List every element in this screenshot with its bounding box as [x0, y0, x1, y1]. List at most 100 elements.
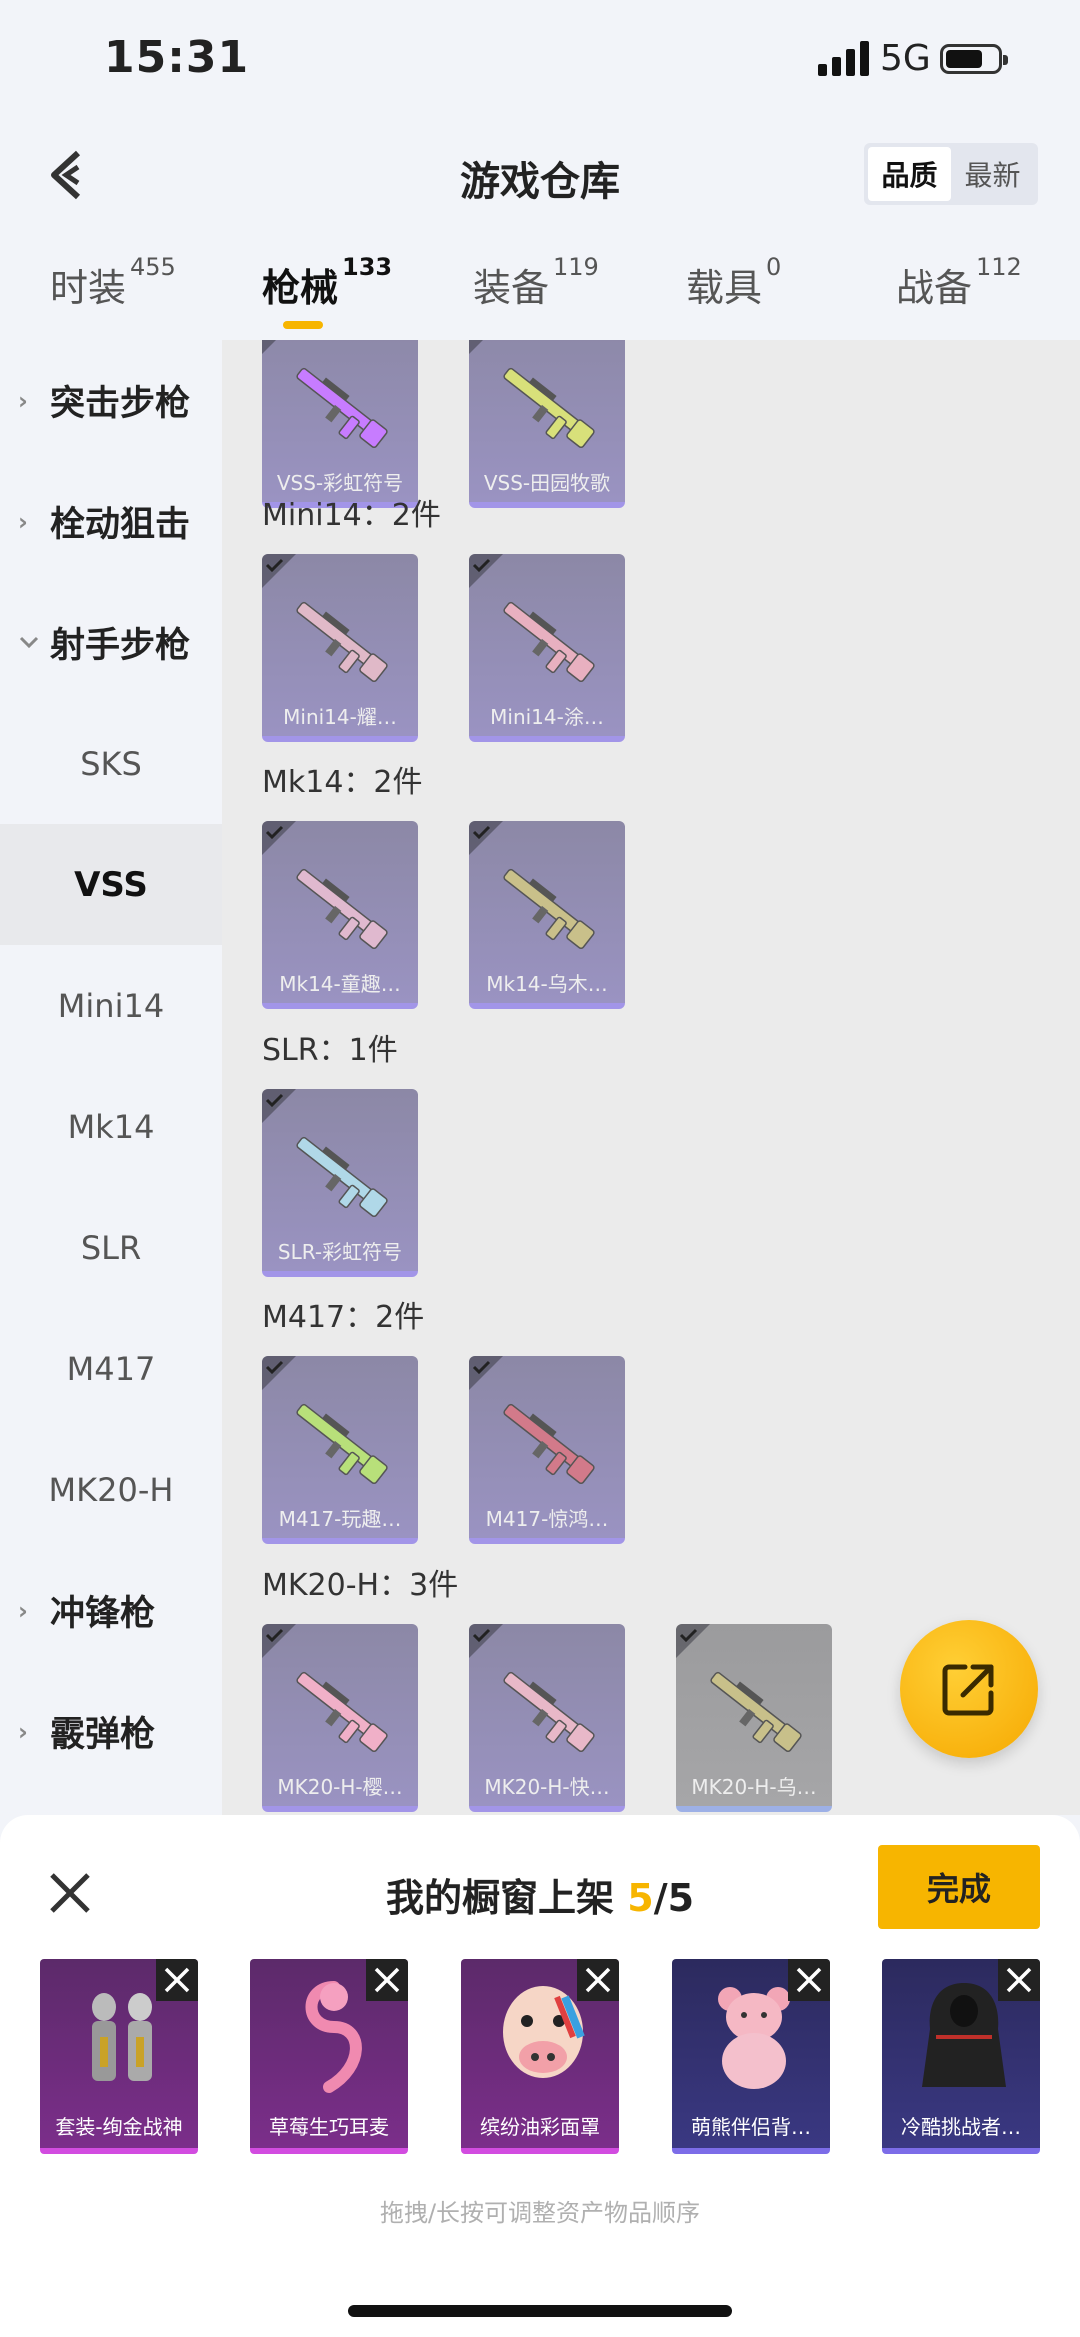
tab-label: 时装	[50, 266, 127, 310]
remove-item-button[interactable]	[998, 1959, 1040, 2001]
remove-item-button[interactable]	[156, 1959, 198, 2001]
share-button[interactable]	[900, 1620, 1038, 1758]
sort-latest-button[interactable]: 最新	[951, 147, 1034, 201]
selected-check-icon	[262, 1356, 296, 1390]
tab-fashion[interactable]: 时装 455	[50, 253, 176, 312]
sidebar-item-label: 霰弹枪	[50, 1715, 156, 1755]
rifle-icon	[710, 1671, 802, 1753]
sidebar-item-mini14[interactable]: Mini14	[0, 945, 222, 1066]
tab-label: 战备	[896, 266, 973, 310]
header: 游戏仓库 品质 最新	[0, 125, 1080, 225]
battery-icon	[940, 44, 1008, 74]
tab-count: 119	[553, 253, 599, 281]
weapon-skin-name: M417-玩趣…	[278, 1507, 402, 1531]
sidebar-item-sks[interactable]: SKS	[0, 703, 222, 824]
showcase-current-count: 5	[627, 1876, 654, 1920]
close-icon	[374, 1967, 400, 1993]
rifle-icon	[296, 1136, 388, 1218]
sidebar-item-slr[interactable]: SLR	[0, 1187, 222, 1308]
sidebar-item-label: 突击步枪	[50, 384, 191, 424]
rifle-icon	[503, 1403, 595, 1485]
tab-label: 装备	[473, 266, 550, 310]
weapon-skin-card[interactable]: VSS-彩虹符号	[262, 340, 418, 508]
weapon-skin-name: Mk14-乌木…	[486, 972, 608, 996]
showcase-item[interactable]: 冷酷挑战者…	[882, 1959, 1040, 2154]
showcase-item[interactable]: 草莓生巧耳麦	[250, 1959, 408, 2154]
category-tabs: 时装 455 枪械 133 装备 119 载具 0 战备 112	[0, 245, 1080, 335]
remove-item-button[interactable]	[788, 1959, 830, 2001]
home-indicator	[348, 2305, 732, 2317]
showcase-item-name: 缤纷油彩面罩	[480, 2115, 600, 2139]
selected-check-icon	[469, 1356, 503, 1390]
weapon-skin-card[interactable]: MK20-H-快…	[469, 1624, 625, 1812]
signal-icon	[818, 40, 870, 76]
selected-check-icon	[469, 821, 503, 855]
tab-label: 载具	[686, 266, 763, 310]
weapon-skin-card[interactable]: M417-玩趣…	[262, 1356, 418, 1544]
weapon-skin-name: MK20-H-樱…	[277, 1775, 403, 1799]
done-button[interactable]: 完成	[878, 1845, 1040, 1929]
remove-item-button[interactable]	[577, 1959, 619, 2001]
tab-firearms[interactable]: 枪械 133	[262, 253, 392, 312]
sidebar-item-bolt-sniper[interactable]: › 栓动狙击	[0, 461, 222, 582]
tab-label: 枪械	[262, 266, 339, 310]
rifle-icon	[296, 868, 388, 950]
sidebar-item-mk20h[interactable]: MK20-H	[0, 1429, 222, 1550]
remove-item-button[interactable]	[366, 1959, 408, 2001]
weapon-skin-card[interactable]: Mk14-童趣…	[262, 821, 418, 1009]
weapon-skin-card[interactable]: Mini14-涂…	[469, 554, 625, 742]
showcase-sheet: 我的橱窗上架 5/5 完成 套装-绚金战神 草莓生巧耳麦 缤纷油彩面罩 萌熊伴侣背… 冷…	[0, 1815, 1080, 2337]
sidebar-item-vss[interactable]: VSS	[0, 824, 222, 945]
sidebar-item-shotgun[interactable]: › 霰弹枪	[0, 1671, 222, 1792]
sidebar-item-label: 栓动狙击	[50, 505, 191, 545]
showcase-item[interactable]: 套装-绚金战神	[40, 1959, 198, 2154]
weapon-skin-card[interactable]: MK20-H-乌…	[676, 1624, 832, 1812]
weapon-skin-name: MK20-H-快…	[484, 1775, 610, 1799]
warehouse-screen: 15:31 5G 游戏仓库 品质 最新 时装 455 枪械 133 装备 119 载具…	[0, 0, 1080, 2337]
weapon-skin-card[interactable]: M417-惊鸿…	[469, 1356, 625, 1544]
tab-supplies[interactable]: 战备 112	[896, 253, 1022, 312]
selected-check-icon	[262, 1089, 296, 1123]
sidebar-item-mk14[interactable]: Mk14	[0, 1066, 222, 1187]
showcase-item-name: 套装-绚金战神	[55, 2115, 183, 2139]
sidebar-item-label: 冲锋枪	[50, 1594, 156, 1634]
showcase-item[interactable]: 缤纷油彩面罩	[461, 1959, 619, 2154]
showcase-title-text: 我的橱窗上架	[385, 1876, 614, 1920]
sidebar-item-marksman-rifle[interactable]: 射手步枪	[0, 582, 222, 703]
chevron-right-icon: ›	[18, 1596, 28, 1625]
tab-count: 133	[342, 253, 393, 281]
weapon-group-label: Mk14：2件	[262, 765, 423, 800]
network-label: 5G	[880, 38, 931, 79]
weapon-skin-name: Mini14-耀…	[283, 705, 397, 729]
rifle-icon	[503, 868, 595, 950]
close-icon	[585, 1967, 611, 1993]
sidebar-item-assault-rifle[interactable]: › 突击步枪	[0, 340, 222, 461]
sidebar-item-smg[interactable]: › 冲锋枪	[0, 1550, 222, 1671]
weapon-group-label: SLR：1件	[262, 1033, 398, 1068]
sort-quality-button[interactable]: 品质	[868, 147, 951, 201]
status-bar: 15:31 5G	[0, 0, 1080, 125]
weapon-group-label: M417：2件	[262, 1300, 425, 1335]
weapon-group-label: Mini14：2件	[262, 498, 441, 533]
selected-check-icon	[469, 1624, 503, 1658]
showcase-item-name: 草莓生巧耳麦	[269, 2115, 389, 2139]
weapon-skin-name: M417-惊鸿…	[485, 1507, 609, 1531]
weapon-skin-card[interactable]: Mk14-乌木…	[469, 821, 625, 1009]
sidebar-item-m417[interactable]: M417	[0, 1308, 222, 1429]
selected-check-icon	[262, 554, 296, 588]
showcase-item[interactable]: 萌熊伴侣背…	[672, 1959, 830, 2154]
rifle-icon	[503, 1671, 595, 1753]
tab-vehicles[interactable]: 载具 0	[686, 253, 781, 312]
weapon-skin-card[interactable]: SLR-彩虹符号	[262, 1089, 418, 1277]
tab-equipment[interactable]: 装备 119	[473, 253, 599, 312]
weapon-skin-card[interactable]: Mini14-耀…	[262, 554, 418, 742]
chevron-right-icon: ›	[18, 386, 28, 415]
close-icon	[796, 1967, 822, 1993]
selected-check-icon	[262, 1624, 296, 1658]
tab-count: 455	[130, 253, 176, 281]
weapon-skin-card[interactable]: MK20-H-樱…	[262, 1624, 418, 1812]
showcase-item-name: 冷酷挑战者…	[901, 2115, 1021, 2139]
weapon-skin-name: Mk14-童趣…	[279, 972, 401, 996]
chevron-right-icon: ›	[18, 1717, 28, 1746]
weapon-skin-card[interactable]: VSS-田园牧歌	[469, 340, 625, 508]
